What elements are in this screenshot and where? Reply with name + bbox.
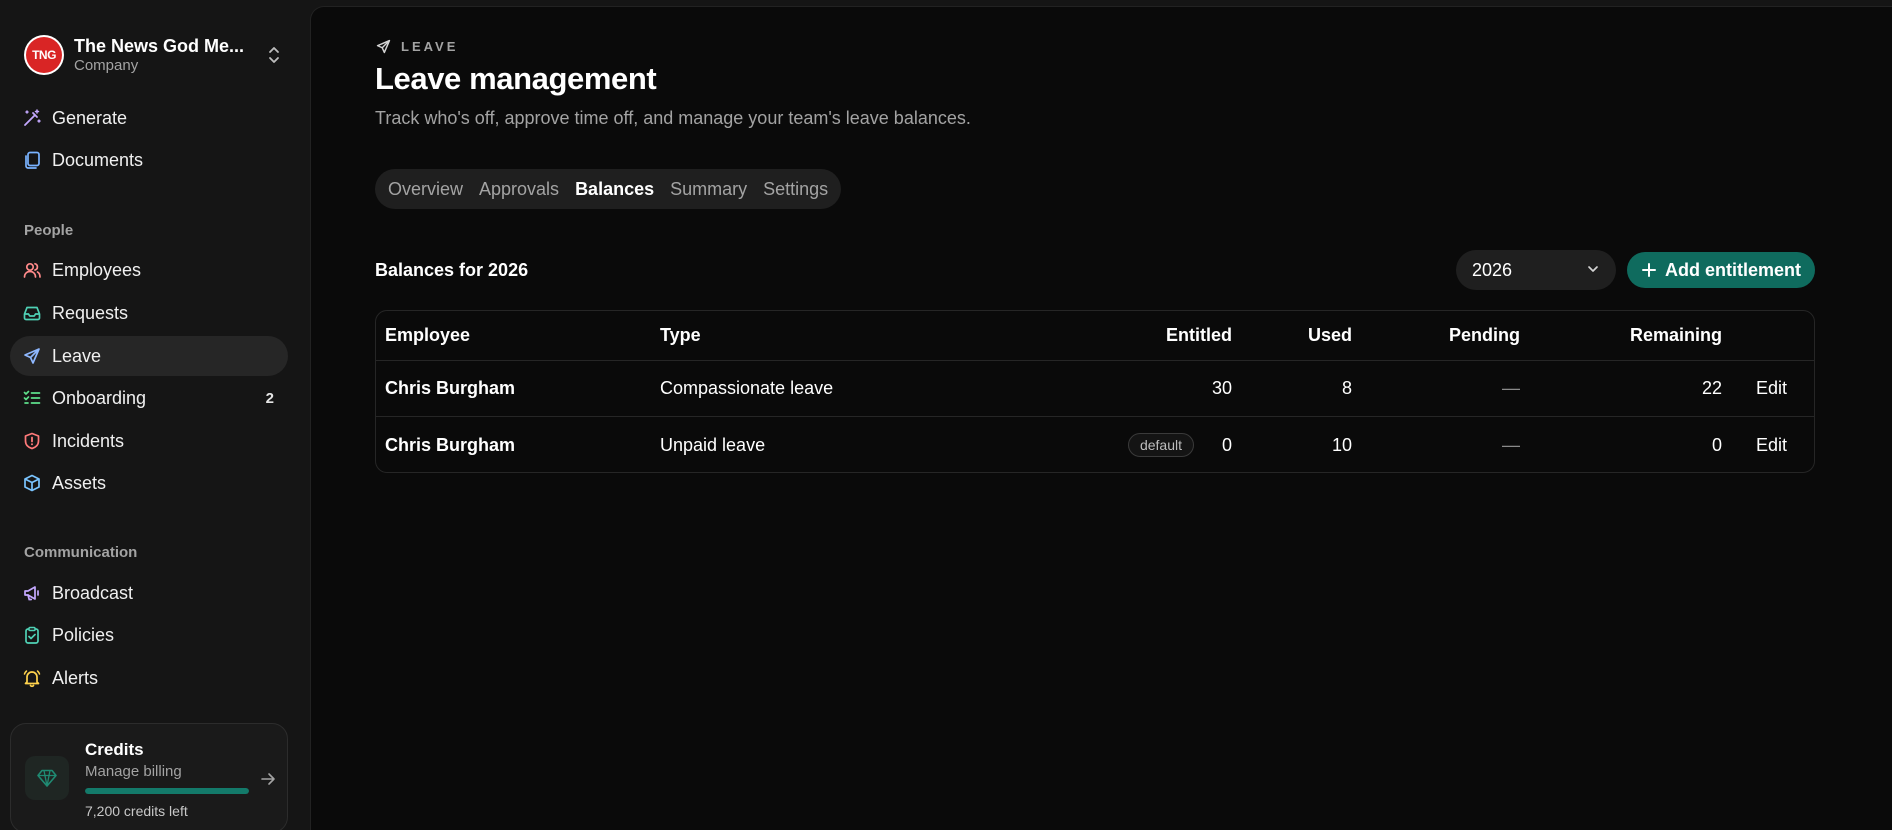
tab-approvals[interactable]: Approvals xyxy=(471,174,567,204)
cell-remaining: 0 xyxy=(1711,434,1722,455)
credits-progress-fill xyxy=(85,788,249,794)
column-header-employee[interactable]: Employee xyxy=(385,325,470,346)
credits-card[interactable]: Credits Manage billing 7,200 credits lef… xyxy=(10,723,288,830)
arrow-right-icon[interactable] xyxy=(257,768,279,790)
cell-pending: — xyxy=(1502,434,1520,455)
tab-summary[interactable]: Summary xyxy=(662,174,755,204)
nav-onboarding[interactable]: Onboarding 2 xyxy=(10,378,288,418)
cell-used: 10 xyxy=(1331,434,1352,455)
tab-balances[interactable]: Balances xyxy=(567,174,662,204)
edit-button[interactable]: Edit xyxy=(1756,435,1787,456)
nav-label: Incidents xyxy=(52,430,125,451)
nav-label: Policies xyxy=(52,624,115,645)
cell-entitled: 30 xyxy=(1211,378,1232,398)
nav-label: Onboarding xyxy=(52,387,147,408)
nav-policies[interactable]: Policies xyxy=(10,615,288,655)
nav-broadcast[interactable]: Broadcast xyxy=(10,573,288,613)
credits-title: Credits xyxy=(85,740,144,759)
nav-generate[interactable]: Generate xyxy=(10,98,288,138)
onboarding-count-badge: 2 xyxy=(265,389,274,407)
chevron-up-down-icon[interactable] xyxy=(264,43,284,67)
checklist-icon xyxy=(22,388,42,408)
nav-documents[interactable]: Documents xyxy=(10,140,288,180)
table-row: Chris Burgham Unpaid leave default 0 10 … xyxy=(376,417,1814,472)
nav-requests[interactable]: Requests xyxy=(10,293,288,333)
add-entitlement-label: Add entitlement xyxy=(1664,259,1801,280)
nav-alerts[interactable]: Alerts xyxy=(10,658,288,698)
users-icon xyxy=(22,260,42,280)
diamond-icon xyxy=(25,756,69,800)
nav-assets[interactable]: Assets xyxy=(10,463,288,503)
nav-label: Leave xyxy=(52,345,102,366)
org-text: The News God Me... Company xyxy=(74,35,264,75)
cell-type: Unpaid leave xyxy=(660,434,766,455)
cell-pending: — xyxy=(1502,378,1520,398)
section-label-people: People xyxy=(24,222,74,239)
app-window: TNG The News God Me... Company Generate … xyxy=(0,0,1892,830)
documents-icon xyxy=(22,150,42,170)
wand-icon xyxy=(22,108,42,128)
plane-icon xyxy=(375,37,393,55)
table-header-row: Employee Type Entitled Used Pending Rema… xyxy=(376,311,1814,361)
nav-label: Requests xyxy=(52,302,129,323)
org-name: The News God Me... xyxy=(74,36,245,56)
column-header-entitled[interactable]: Entitled xyxy=(1166,325,1232,346)
page-title: Leave management xyxy=(375,61,657,96)
credits-progress-bar xyxy=(85,788,249,794)
nav-incidents[interactable]: Incidents xyxy=(10,421,288,461)
credits-remaining: 7,200 credits left xyxy=(85,803,188,819)
table-row: Chris Burgham Compassionate leave 30 8 —… xyxy=(376,361,1814,417)
box-icon xyxy=(22,473,42,493)
cell-used: 8 xyxy=(1341,378,1352,398)
chevron-down-icon xyxy=(1586,260,1600,281)
megaphone-icon xyxy=(22,583,42,603)
plus-icon xyxy=(1641,262,1657,278)
nav-label: Documents xyxy=(52,149,144,170)
nav-label: Alerts xyxy=(52,667,99,688)
tab-overview[interactable]: Overview xyxy=(380,174,471,204)
cell-type: Compassionate leave xyxy=(660,378,834,398)
inbox-icon xyxy=(22,303,42,323)
cell-remaining: 22 xyxy=(1701,378,1722,398)
manage-billing-link[interactable]: Manage billing xyxy=(85,763,182,780)
page-eyebrow: LEAVE xyxy=(375,37,458,55)
nav-label: Assets xyxy=(52,472,107,493)
column-header-remaining[interactable]: Remaining xyxy=(1630,325,1722,346)
clipboard-check-icon xyxy=(22,625,42,645)
column-header-type[interactable]: Type xyxy=(660,325,701,346)
org-switcher[interactable]: TNG The News God Me... Company xyxy=(24,30,284,80)
nav-leave[interactable]: Leave xyxy=(10,336,288,376)
sidebar: TNG The News God Me... Company Generate … xyxy=(0,0,308,830)
org-logo: TNG xyxy=(24,35,64,75)
default-badge: default xyxy=(1127,433,1194,457)
eyebrow-label: LEAVE xyxy=(401,38,459,54)
year-select-value: 2026 xyxy=(1472,259,1513,280)
nav-employees[interactable]: Employees xyxy=(10,250,288,290)
bell-icon xyxy=(22,668,42,688)
cell-entitled: 0 xyxy=(1221,434,1232,455)
shield-alert-icon xyxy=(22,431,42,451)
org-subtitle: Company xyxy=(74,57,139,74)
year-select[interactable]: 2026 xyxy=(1456,250,1616,290)
cell-employee: Chris Burgham xyxy=(385,434,516,455)
plane-icon xyxy=(22,346,42,366)
section-label-communication: Communication xyxy=(24,544,138,561)
column-header-pending[interactable]: Pending xyxy=(1449,325,1520,346)
balances-table: Employee Type Entitled Used Pending Rema… xyxy=(375,310,1815,473)
main-content: LEAVE Leave management Track who's off, … xyxy=(310,6,1892,830)
edit-button[interactable]: Edit xyxy=(1756,378,1787,399)
add-entitlement-button[interactable]: Add entitlement xyxy=(1627,252,1815,288)
nav-label: Employees xyxy=(52,259,142,280)
nav-label: Broadcast xyxy=(52,582,134,603)
nav-label: Generate xyxy=(52,107,128,128)
cell-employee: Chris Burgham xyxy=(385,378,516,398)
balances-heading: Balances for 2026 xyxy=(375,260,529,280)
tab-settings[interactable]: Settings xyxy=(755,174,836,204)
org-logo-text: TNG xyxy=(26,37,62,73)
page-subtitle: Track who's off, approve time off, and m… xyxy=(375,108,971,128)
column-header-used[interactable]: Used xyxy=(1308,325,1352,346)
tab-bar: Overview Approvals Balances Summary Sett… xyxy=(375,169,842,209)
